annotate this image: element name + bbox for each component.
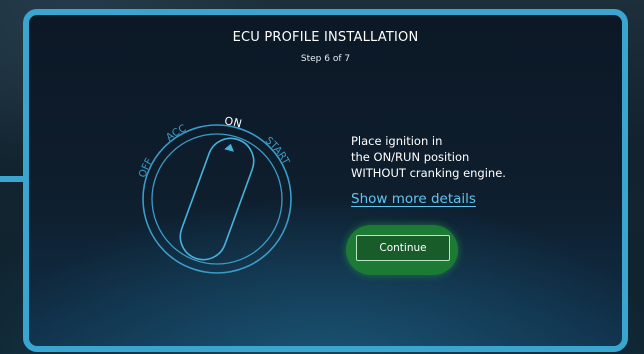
ignition-key: [179, 137, 255, 261]
instruction-text: Place ignition in the ON/RUN position WI…: [351, 133, 581, 181]
app-background: ECU PROFILE INSTALLATION Step 6 of 7 OFF…: [0, 0, 644, 354]
instruction-line-1: Place ignition in: [351, 134, 443, 148]
position-off-label: OFF: [137, 156, 155, 179]
position-acc-label: ACC: [164, 123, 188, 143]
instruction-line-3: WITHOUT cranking engine.: [351, 166, 506, 180]
continue-button[interactable]: Continue: [356, 235, 450, 261]
position-start-label: START: [263, 135, 292, 167]
position-on-label: ON: [224, 114, 244, 130]
installation-dialog: ECU PROFILE INSTALLATION Step 6 of 7 OFF…: [23, 9, 628, 352]
dialog-title: ECU PROFILE INSTALLATION: [232, 30, 419, 45]
show-more-details-link[interactable]: Show more details: [351, 191, 476, 207]
instruction-line-2: the ON/RUN position: [351, 150, 470, 164]
ignition-pointer: [224, 143, 234, 152]
step-indicator: Step 6 of 7: [300, 54, 351, 64]
ignition-inner-ring: [151, 133, 283, 265]
ignition-switch-illustration: OFF ACC ON START: [137, 114, 292, 274]
